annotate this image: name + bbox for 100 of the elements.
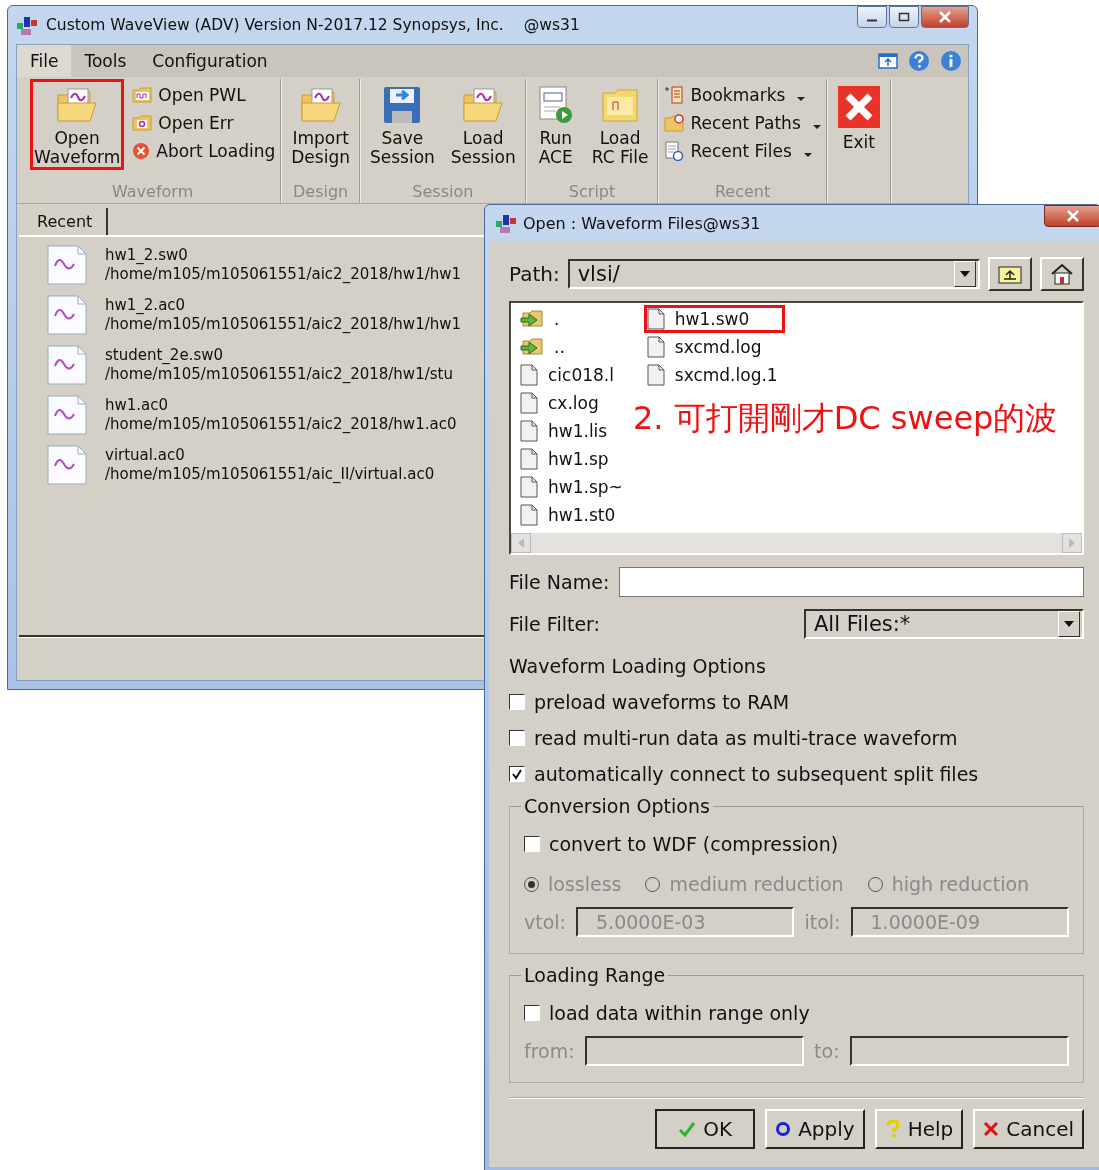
parent-folder-button[interactable]: [988, 257, 1032, 291]
ribbon-button[interactable]: Run ACE: [531, 79, 580, 170]
file-icon: [520, 420, 538, 442]
file-icon: [520, 364, 538, 386]
ribbon-button[interactable]: Recent Files: [664, 141, 821, 161]
file-icon: [646, 308, 665, 330]
file-list-entry[interactable]: hw1.st0: [517, 501, 630, 529]
window-icon[interactable]: [878, 52, 898, 70]
dropdown-arrow-icon: [960, 271, 970, 277]
file-list-entry[interactable]: sxcmd.log: [643, 333, 785, 361]
folder-icon: [299, 85, 342, 125]
file-list-entry[interactable]: hw1.sp: [517, 445, 630, 473]
help-icon: [884, 1120, 901, 1138]
group-label: Waveform: [112, 182, 194, 203]
folder-up-icon: [998, 264, 1022, 284]
file-filter-dropdown[interactable]: All Files:*: [804, 609, 1084, 639]
recent-file-name[interactable]: hw1_2.ac0: [105, 296, 462, 315]
recent-file-name[interactable]: hw1.ac0: [105, 396, 457, 415]
apply-button[interactable]: Apply: [765, 1109, 865, 1149]
ring-icon: [775, 1121, 792, 1137]
recent-file-name[interactable]: student_2e.sw0: [105, 346, 453, 365]
recent-file-path: /home/m105/m105061551/aic2_2018/hw1/stu: [105, 365, 453, 384]
home-button[interactable]: [1040, 257, 1084, 291]
ribbon-button[interactable]: Exit: [832, 79, 885, 155]
waveform-file-icon[interactable]: [47, 295, 87, 335]
bookmark-icon: [664, 85, 685, 105]
recent-file-path: /home/m105/m105061551/aic2_2018/hw1.ac0: [105, 415, 457, 434]
folder-up-icon: [520, 309, 544, 329]
help-icon[interactable]: [908, 50, 930, 72]
close-icon: [938, 11, 952, 23]
file-list-entry[interactable]: .: [517, 306, 630, 332]
group-title: Conversion Options: [523, 795, 711, 817]
to-label: to:: [814, 1040, 840, 1062]
app-icon: [495, 212, 517, 234]
vtol-label: vtol:: [524, 911, 566, 933]
folder-icon: [132, 115, 153, 131]
window-host: @ws31: [523, 16, 580, 34]
file-list-entry[interactable]: cic018.l: [517, 361, 630, 389]
waveform-file-icon[interactable]: [47, 345, 87, 385]
close-button[interactable]: [921, 6, 969, 28]
file-icon: [520, 392, 538, 414]
file-list-entry[interactable]: sxcmd.log.1: [643, 361, 785, 389]
group-label: Recent: [714, 182, 771, 203]
waveform-file-icon[interactable]: [47, 245, 87, 285]
ribbon-button[interactable]: Load Session: [446, 79, 520, 170]
ribbon-button[interactable]: Bookmarks: [664, 85, 821, 105]
ok-button[interactable]: OK: [655, 1109, 756, 1149]
waveform-file-icon[interactable]: [47, 395, 87, 435]
recent-file-path: /home/m105/m105061551/aic2_2018/hw1/hw1: [105, 265, 462, 284]
dialog-title: Open : Waveform Files@ws31: [523, 213, 761, 233]
recent-file-name[interactable]: virtual.ac0: [105, 446, 435, 465]
minimize-button[interactable]: [857, 6, 887, 28]
checkbox-option[interactable]: preload waveforms to RAM: [509, 691, 1084, 713]
document-icon: [664, 141, 685, 161]
file-list-entry[interactable]: hw1.sp~: [517, 473, 630, 501]
menu-item[interactable]: Configuration: [139, 45, 281, 77]
path-label: Path:: [509, 262, 560, 286]
file-list-entry[interactable]: hw1.lis: [517, 417, 630, 445]
menu-item[interactable]: Tools: [71, 45, 140, 77]
floppy-icon: [382, 85, 423, 125]
ribbon-button[interactable]: Open PWL: [132, 85, 276, 105]
file-name-field[interactable]: [619, 567, 1084, 597]
file-list-entry[interactable]: ..: [517, 334, 630, 360]
file-filter-label: File Filter:: [509, 613, 600, 635]
ribbon-button[interactable]: Load RC File: [587, 79, 653, 170]
caret-icon: [797, 96, 806, 102]
menu-item[interactable]: File: [17, 45, 72, 77]
folder-icon: [664, 114, 685, 132]
checkbox-option[interactable]: read multi-run data as multi-trace waveform: [509, 727, 1084, 749]
ribbon-button[interactable]: Open Waveform: [30, 79, 125, 170]
ribbon-button[interactable]: Open Err: [132, 113, 276, 133]
folder-up-icon: [520, 337, 544, 357]
info-icon[interactable]: [940, 50, 962, 72]
recent-file-name[interactable]: hw1_2.sw0: [105, 246, 462, 265]
dropdown-arrow-icon: [1064, 621, 1074, 627]
path-dropdown[interactable]: vlsi/: [567, 259, 980, 289]
folder-icon: [56, 85, 99, 125]
group-title: Loading Range: [523, 964, 667, 986]
section-title: Waveform Loading Options: [509, 655, 767, 677]
ribbon-button[interactable]: Abort Loading: [132, 141, 276, 161]
group-label: Script: [568, 182, 616, 203]
close-button[interactable]: [1044, 205, 1099, 227]
ribbon-button[interactable]: Save Session: [365, 79, 439, 170]
cancel-button[interactable]: Cancel: [973, 1109, 1084, 1149]
minimize-icon: [867, 19, 877, 22]
abort-icon: [132, 142, 151, 160]
file-icon: [520, 448, 538, 470]
file-list-entry[interactable]: cx.log: [517, 389, 630, 417]
maximize-icon: [898, 12, 910, 22]
exit-icon: [836, 85, 881, 129]
checkbox-option[interactable]: automatically connect to subsequent split files: [509, 763, 1084, 785]
ribbon-button[interactable]: Import Design: [287, 79, 354, 170]
file-icon: [646, 336, 665, 358]
ribbon-button[interactable]: Recent Paths: [664, 113, 821, 133]
help-button[interactable]: Help: [874, 1109, 964, 1149]
file-icon: [520, 476, 538, 498]
waveform-file-icon[interactable]: [47, 445, 87, 485]
group-label: Session: [412, 182, 474, 203]
file-list-entry[interactable]: hw1.sw0: [643, 305, 785, 333]
maximize-button[interactable]: [889, 6, 919, 28]
